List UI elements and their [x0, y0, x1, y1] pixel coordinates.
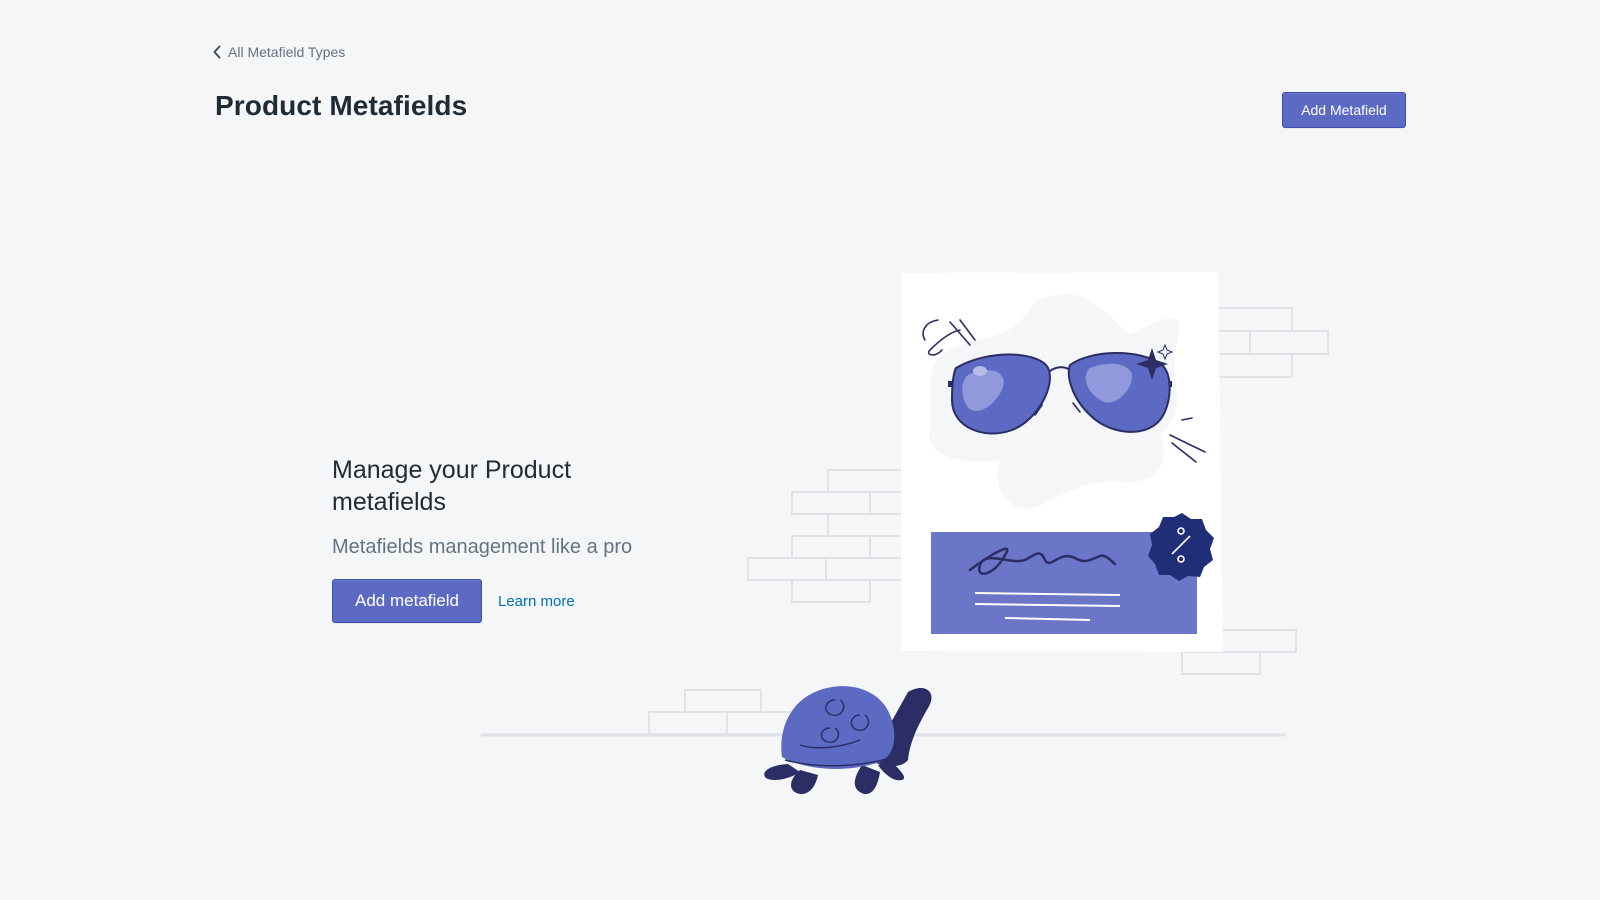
breadcrumb-label[interactable]: All Metafield Types	[228, 44, 345, 60]
add-metafield-button[interactable]: Add metafield	[332, 579, 482, 623]
page-title: Product Metafields	[215, 90, 468, 121]
page: All Metafield Types Product Metafields A…	[0, 0, 1600, 900]
breadcrumb[interactable]: All Metafield Types	[212, 44, 345, 60]
chevron-left-icon	[212, 45, 222, 59]
add-metafield-header-button[interactable]: Add Metafield	[1282, 92, 1406, 128]
empty-state-illustration	[470, 260, 1370, 800]
